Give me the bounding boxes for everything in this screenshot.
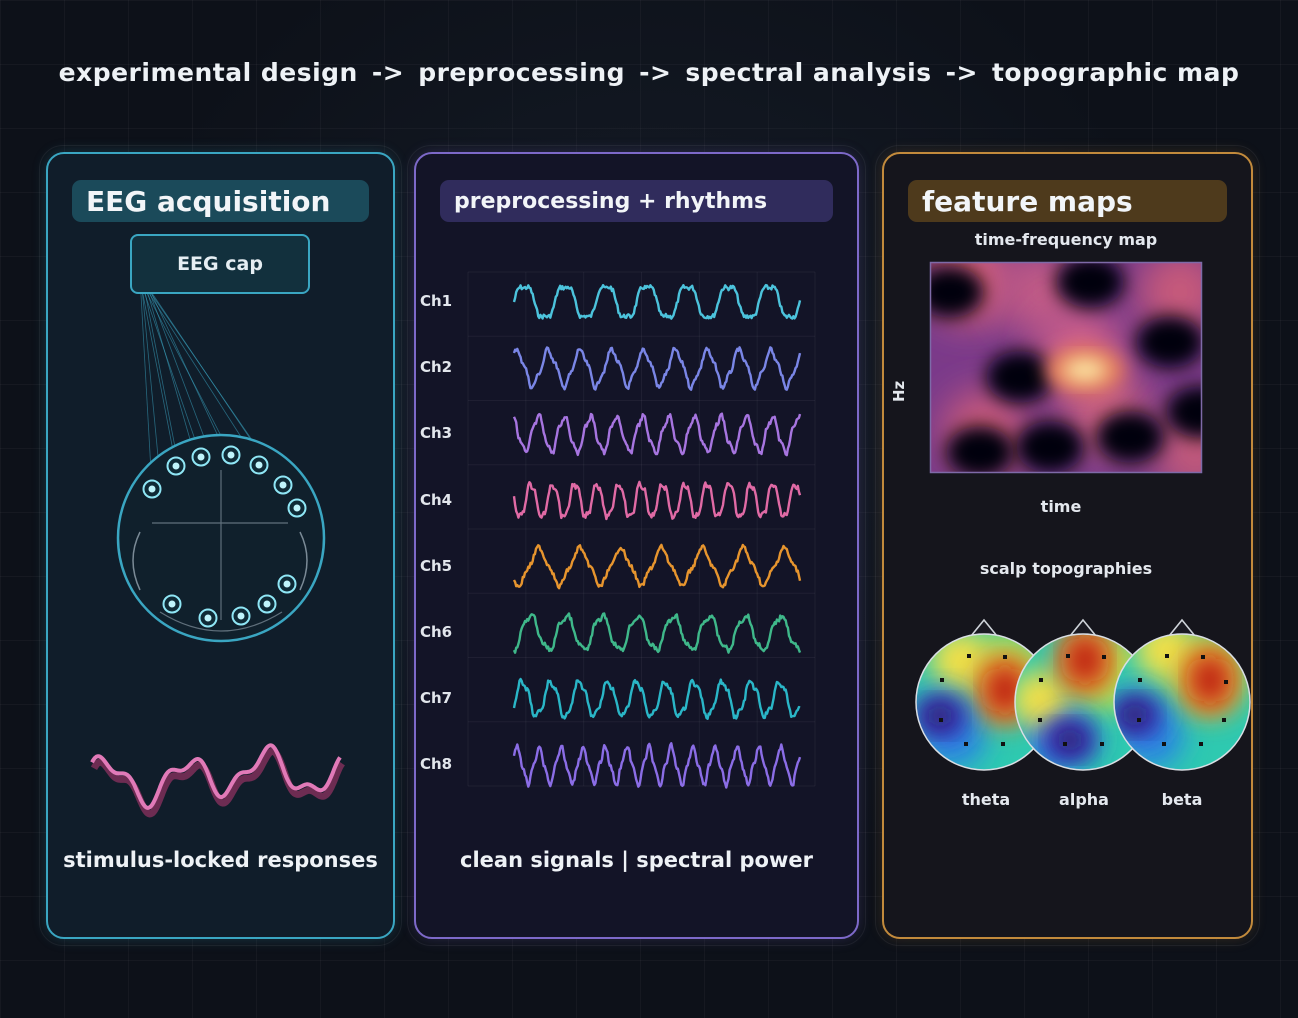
- channel-label: Ch2: [420, 358, 453, 377]
- tf-trough: [1056, 262, 1124, 308]
- preprocessing-panel: [407, 145, 866, 946]
- pipeline-arrow: ->: [639, 58, 672, 87]
- tf-map-title: time-frequency map: [974, 230, 1158, 249]
- tf-trough: [986, 351, 1054, 403]
- pipeline-arrow: ->: [371, 58, 405, 87]
- pipeline-arrow: ->: [945, 58, 978, 87]
- band-label-theta: theta: [961, 790, 1011, 809]
- tf-trough: [1136, 316, 1202, 368]
- topographies-title: scalp topographies: [979, 559, 1153, 578]
- pipeline-step: experimental design: [58, 58, 358, 87]
- time-frequency-map: [929, 261, 1203, 474]
- band-label-alpha: alpha: [1059, 790, 1109, 809]
- channel-label: Ch6: [420, 623, 453, 641]
- acquisition-title: EEG acquisition: [72, 180, 369, 222]
- features-title: feature maps: [908, 180, 1227, 222]
- tf-trough: [946, 426, 1014, 473]
- pipeline-step: spectral analysis: [685, 58, 932, 87]
- eeg-cap-label: EEG cap: [177, 253, 263, 275]
- tf-trough: [1016, 421, 1084, 473]
- preprocessing-caption: clean signals | spectral power: [460, 848, 813, 872]
- channel-label: Ch1: [420, 292, 453, 310]
- eeg-cap-box: EEG cap: [130, 234, 310, 294]
- tf-map-ylabel: Hz: [890, 380, 908, 402]
- band-label-beta: beta: [1161, 790, 1203, 809]
- channel-label: Ch4: [420, 490, 453, 509]
- channel-label: Ch7: [420, 689, 453, 708]
- channel-label: Ch8: [420, 755, 453, 774]
- preprocessing-title: preprocessing + rhythms: [440, 180, 833, 222]
- tf-map-xlabel: time: [1040, 497, 1082, 516]
- tf-trough: [1096, 411, 1164, 463]
- pipeline-header: experimental design -> preprocessing -> spec…: [0, 58, 1298, 87]
- channel-label: Ch3: [420, 424, 453, 443]
- pipeline-step: topographic map: [991, 58, 1240, 87]
- pipeline-step: preprocessing: [418, 58, 626, 87]
- tf-peak-inner: [1063, 358, 1107, 382]
- channel-label: Ch5: [420, 556, 453, 575]
- acquisition-caption: stimulus-locked responses: [63, 848, 378, 872]
